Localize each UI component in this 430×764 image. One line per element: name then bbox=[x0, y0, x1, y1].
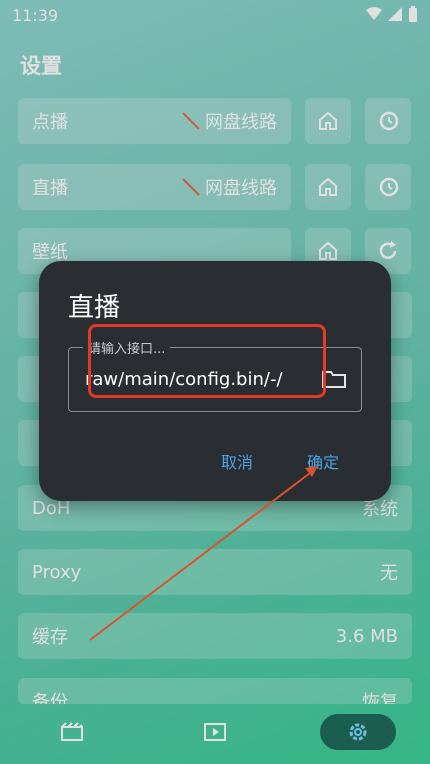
annotation-arrow bbox=[89, 466, 318, 641]
